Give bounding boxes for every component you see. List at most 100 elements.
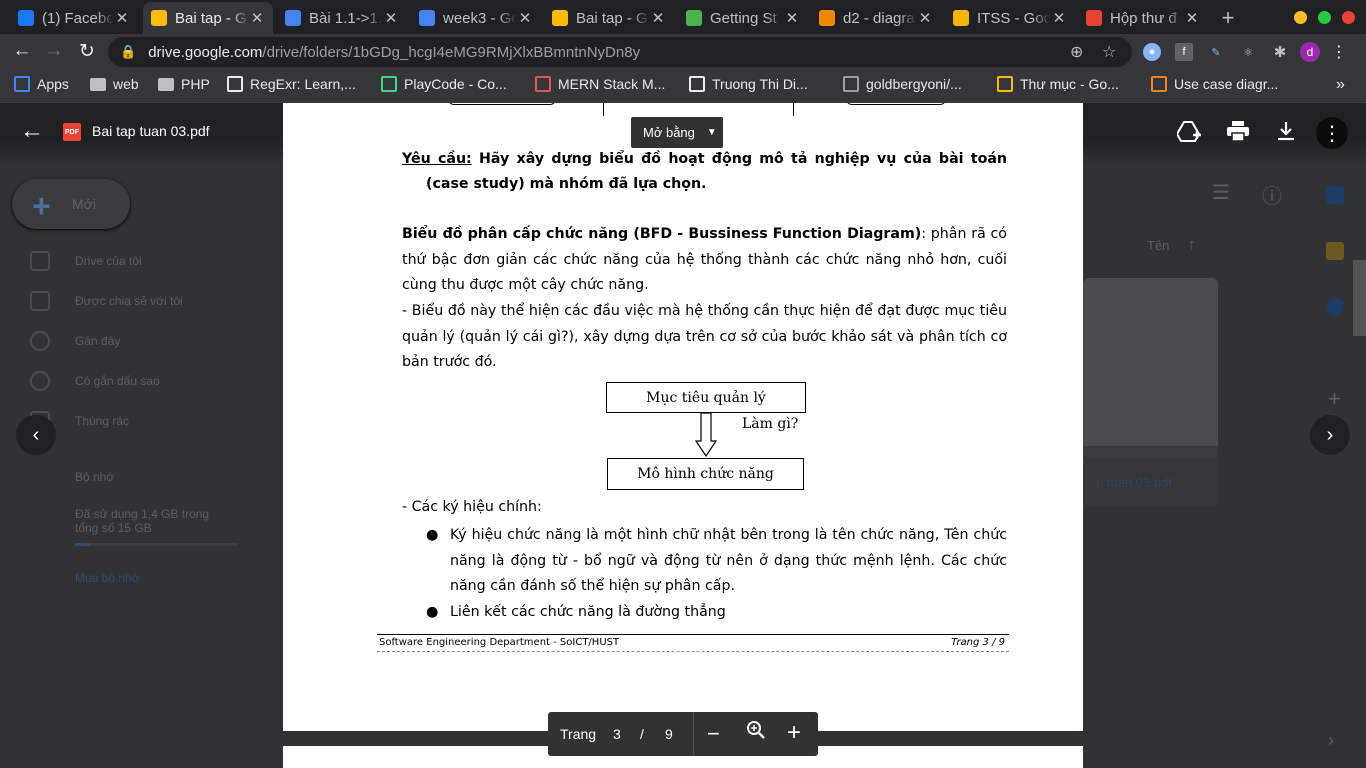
figure-bottom-box: Mô hình chức năng <box>607 458 804 490</box>
bullet-2: ● Liên kết các chức năng là đường thẳng <box>426 600 1007 626</box>
omnibox[interactable]: 🔒 drive.google.com/drive/folders/1bGDg_h… <box>108 37 1132 67</box>
profile-avatar[interactable]: d <box>1300 42 1320 62</box>
folder-icon <box>90 77 106 91</box>
page-controls: Trang 3 / 9 − + <box>548 712 818 756</box>
bookmark-4[interactable]: RegExr: Learn,... <box>227 76 356 92</box>
close-tab-icon[interactable]: ✕ <box>1051 9 1067 27</box>
udemy-icon <box>535 76 551 92</box>
bookmark-6[interactable]: MERN Stack M... <box>535 76 665 92</box>
download-icon[interactable] <box>1276 121 1296 147</box>
playcode-icon <box>381 76 397 92</box>
page-footer: Software Engineering Department - SoICT/… <box>377 634 1009 652</box>
previous-file-button[interactable]: ‹ <box>16 415 56 455</box>
react-devtools-icon[interactable]: ⚛ <box>1239 43 1257 61</box>
tab-4[interactable]: week3 - Go ✕ <box>411 2 541 34</box>
tab-1[interactable]: (1) Facebo ✕ <box>10 2 138 34</box>
bookmark-star-icon[interactable]: ☆ <box>1102 42 1116 62</box>
bullet-1: ● Ký hiệu chức năng là một hình chữ nhật … <box>426 523 1007 600</box>
more-actions-icon[interactable]: ⋮ <box>1316 117 1348 149</box>
tab-title: Bài 1.1->1. <box>309 9 382 27</box>
new-button[interactable]: + Mới <box>12 179 130 229</box>
next-file-button[interactable]: › <box>1310 415 1350 455</box>
sidebar-item-3[interactable]: Gần đây <box>30 331 120 351</box>
close-tab-icon[interactable]: ✕ <box>249 9 265 27</box>
close-tab-icon[interactable]: ✕ <box>650 9 666 27</box>
site-install-icon[interactable]: ⊕ <box>1070 42 1083 62</box>
bookmark-1[interactable]: Apps <box>14 76 69 92</box>
zoom-out-icon[interactable]: − <box>707 721 720 747</box>
bookmark-label: Thư mục - Go... <box>1020 76 1119 92</box>
file-caption[interactable]: p tuan 03.pdf <box>1096 475 1172 490</box>
close-tab-icon[interactable]: ✕ <box>917 9 933 27</box>
close-window-button[interactable] <box>1342 11 1355 24</box>
maximize-button[interactable] <box>1318 11 1331 24</box>
zoom-in-icon[interactable]: + <box>787 719 801 747</box>
bookmark-2[interactable]: web <box>90 76 139 92</box>
chrome-menu-icon[interactable]: ⋮ <box>1330 43 1348 61</box>
pdf-page: Yêu cầu: Hãy xây dựng biểu đồ hoạt động … <box>283 103 1083 731</box>
back-button[interactable]: ← <box>10 40 34 62</box>
tab-6[interactable]: Getting St ✕ <box>678 2 808 34</box>
storage-text: Đã sử dụng 1,4 GB trong tổng số 15 GB <box>75 507 210 535</box>
print-icon[interactable] <box>1227 121 1249 147</box>
bookmark-5[interactable]: PlayCode - Co... <box>381 76 507 92</box>
facebook-extension-icon[interactable]: f <box>1175 43 1193 61</box>
keep-addon-icon[interactable] <box>1326 242 1344 260</box>
sort-name-label[interactable]: Tên <box>1147 238 1169 253</box>
tab-7[interactable]: d2 - diagra ✕ <box>811 2 941 34</box>
bookmark-7[interactable]: Truong Thi Di... <box>689 76 808 92</box>
close-viewer-icon[interactable]: ← <box>20 117 44 145</box>
close-tab-icon[interactable]: ✕ <box>784 9 800 27</box>
more-bookmarks-icon[interactable]: » <box>1336 76 1345 94</box>
tab-2[interactable]: Bai tap - G ✕ <box>143 2 273 34</box>
add-to-drive-icon[interactable] <box>1175 121 1201 149</box>
requirement-text: Yêu cầu: Hãy xây dựng biểu đồ hoạt động … <box>402 147 1007 196</box>
tab-9[interactable]: Hộp thư đ ✕ <box>1078 2 1208 34</box>
sidebar-item-4[interactable]: Có gắn dấu sao <box>30 371 160 391</box>
storage-bar <box>75 543 238 546</box>
list-view-icon[interactable]: ☰ <box>1212 180 1230 205</box>
zoom-fit-icon[interactable] <box>746 720 766 743</box>
extension-icon[interactable]: ● <box>1143 43 1161 61</box>
tab-8[interactable]: ITSS - Goo ✕ <box>945 2 1075 34</box>
page-current[interactable]: 3 <box>613 726 621 742</box>
pen-extension-icon[interactable]: ✎ <box>1207 43 1225 61</box>
new-tab-button[interactable]: + <box>1215 5 1241 31</box>
add-addon-icon[interactable]: + <box>1328 386 1341 412</box>
file-thumbnail[interactable] <box>1083 278 1218 458</box>
bookmark-3[interactable]: PHP <box>158 76 210 92</box>
collapse-panel-icon[interactable]: › <box>1328 730 1334 751</box>
calendar-addon-icon[interactable] <box>1326 186 1344 204</box>
bookmark-label: Truong Thi Di... <box>712 76 808 92</box>
bookmark-label: Apps <box>37 76 69 92</box>
close-tab-icon[interactable]: ✕ <box>383 9 399 27</box>
sidebar-item-1[interactable]: Drive của tôi <box>30 251 142 271</box>
file-name: Bai tap tuan 03.pdf <box>92 123 210 139</box>
extensions-puzzle-icon[interactable]: ✱ <box>1271 43 1289 61</box>
close-tab-icon[interactable]: ✕ <box>114 9 130 27</box>
bookmark-8[interactable]: goldbergyoni/... <box>843 76 962 92</box>
tab-title: Bai tap - G <box>175 9 247 27</box>
scrollbar-thumb[interactable] <box>1353 260 1366 336</box>
drawio-icon <box>819 10 835 26</box>
toolbar: ← → ↻ 🔒 drive.google.com/drive/folders/1… <box>0 34 1366 70</box>
info-icon[interactable]: ⓘ <box>1262 180 1282 209</box>
buy-storage-link[interactable]: Mua bộ nhớ <box>75 571 140 585</box>
minimize-button[interactable] <box>1294 11 1307 24</box>
forward-button[interactable]: → <box>42 40 66 62</box>
tab-5[interactable]: Bai tap - G ✕ <box>544 2 674 34</box>
bookmark-9[interactable]: Thư mục - Go... <box>997 76 1119 92</box>
bookmark-label: MERN Stack M... <box>558 76 666 92</box>
sidebar-item-2[interactable]: Được chia sẻ với tôi <box>30 291 183 311</box>
shared-with-me-icon <box>30 291 50 311</box>
open-with-button[interactable]: Mở bằng ▼ <box>631 117 723 148</box>
close-tab-icon[interactable]: ✕ <box>1184 9 1200 27</box>
close-tab-icon[interactable]: ✕ <box>517 9 533 27</box>
tasks-addon-icon[interactable] <box>1326 298 1344 316</box>
starred-icon <box>30 371 50 391</box>
bookmark-10[interactable]: Use case diagr... <box>1151 76 1278 92</box>
tab-3[interactable]: Bài 1.1->1. ✕ <box>277 2 407 34</box>
bfd-title: Biểu đồ phân cấp chức năng (BFD - Bussin… <box>402 226 922 242</box>
sort-arrow-icon[interactable]: ↑ <box>1188 236 1196 253</box>
reload-button[interactable]: ↻ <box>75 40 99 63</box>
